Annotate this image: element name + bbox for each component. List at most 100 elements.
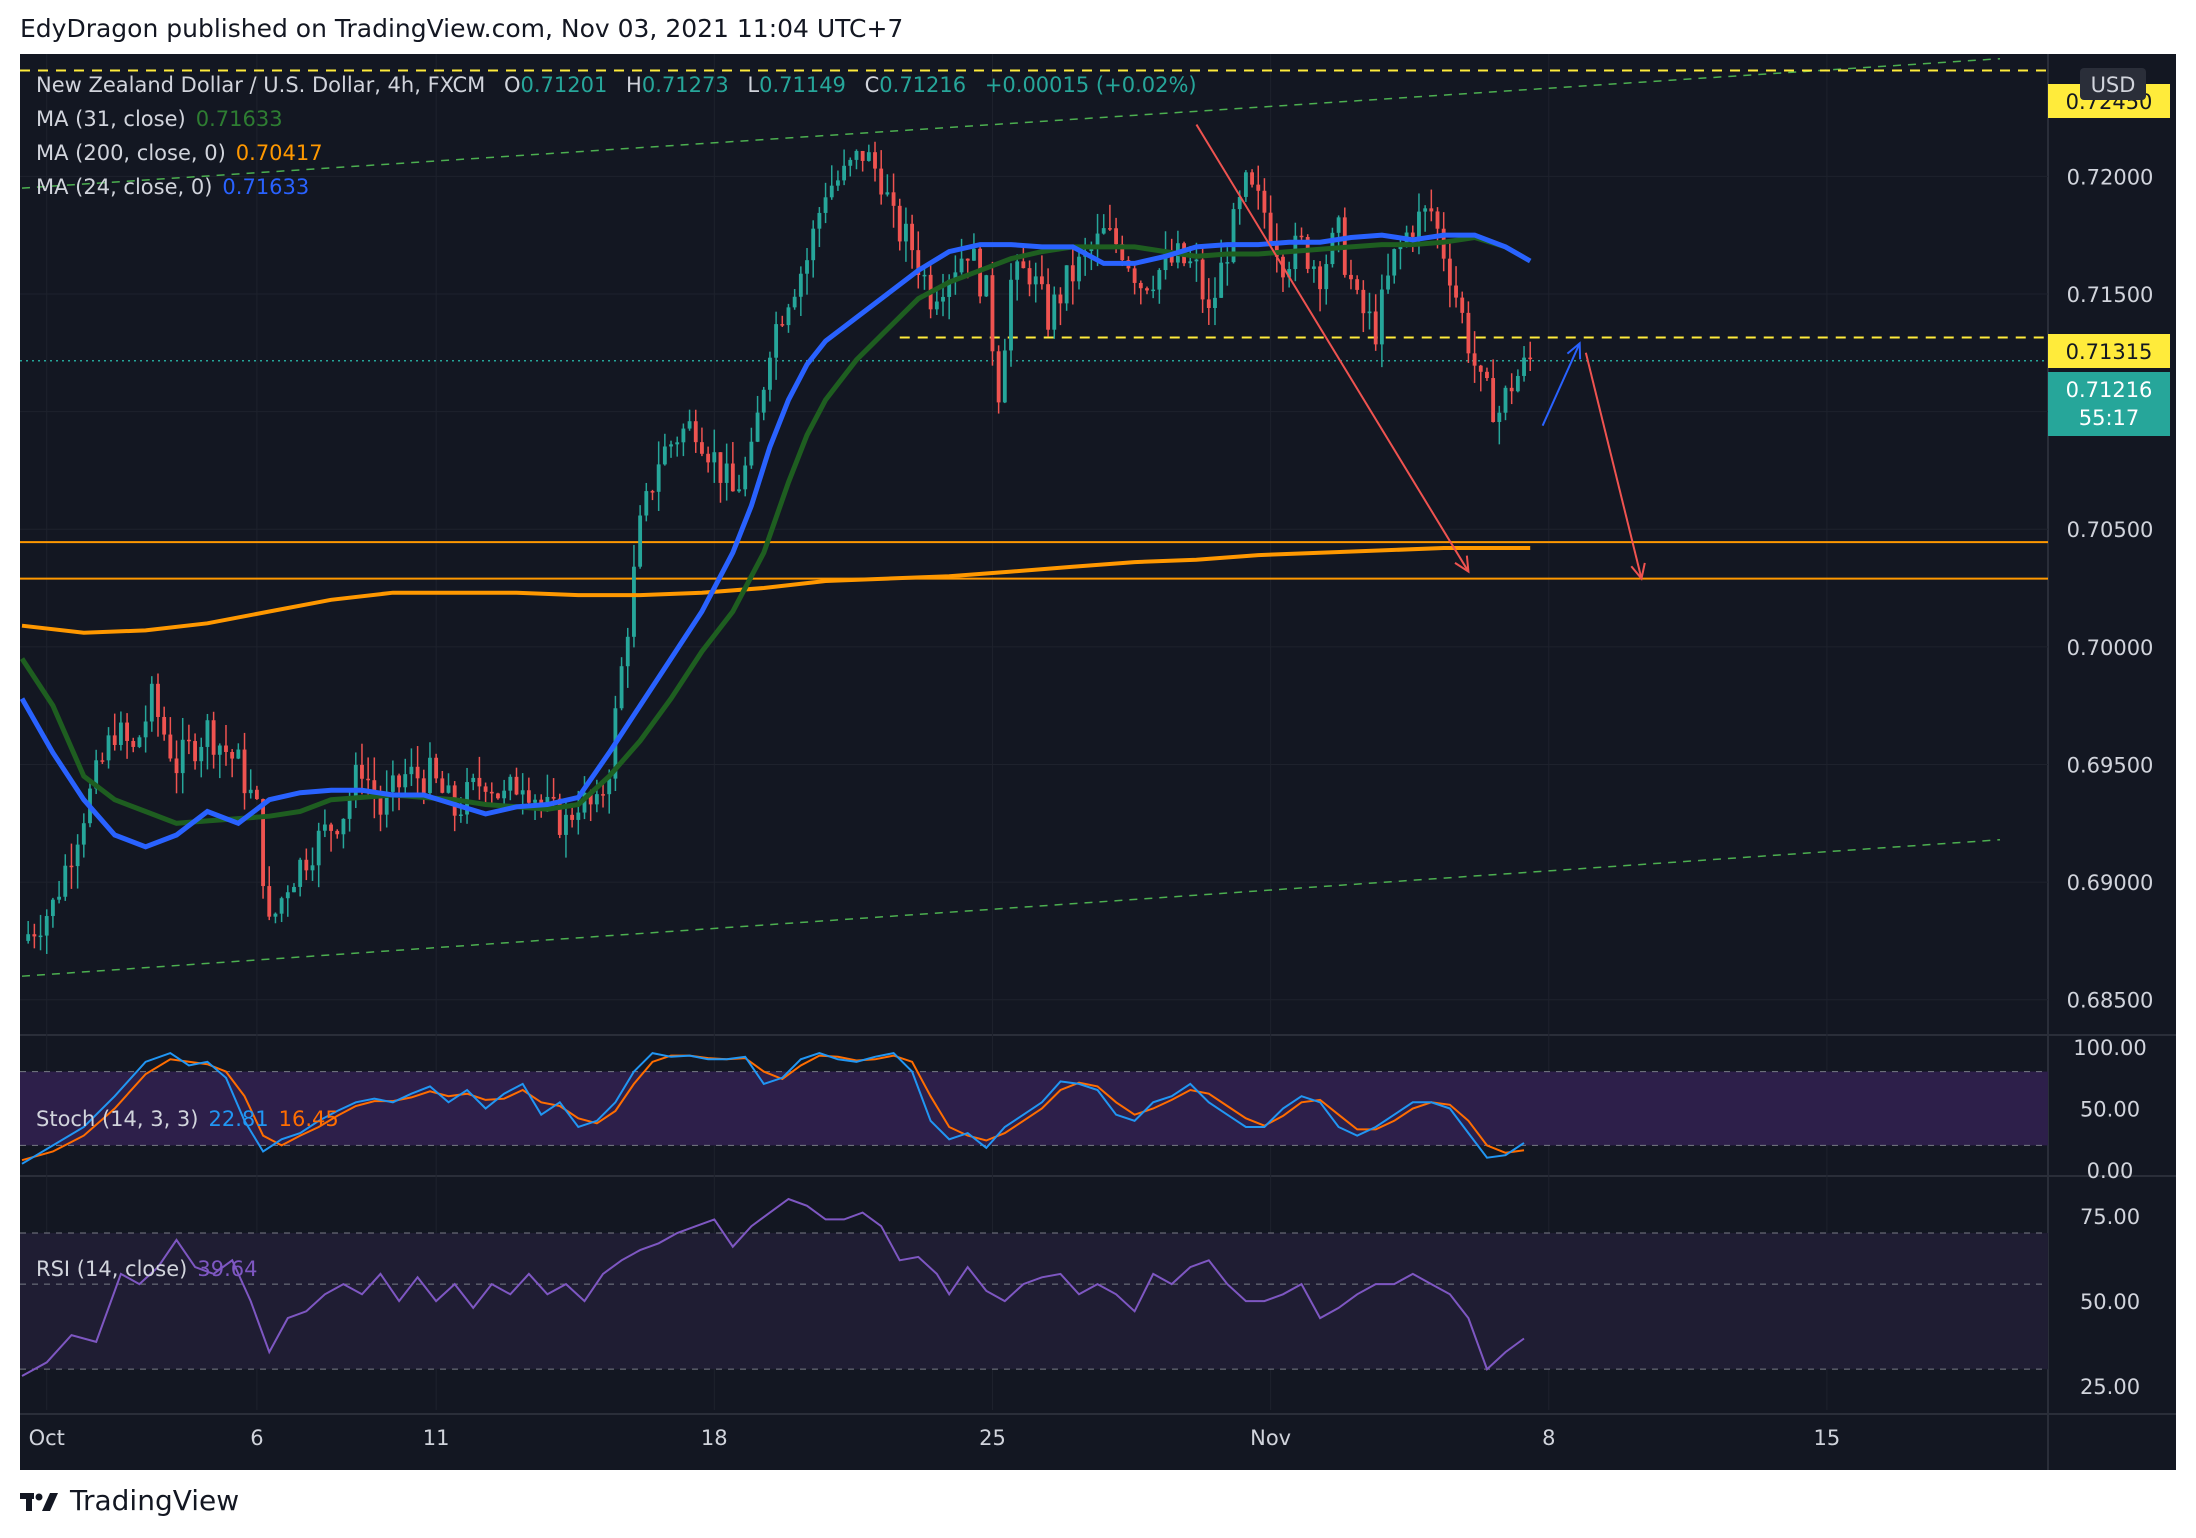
candle-body [768,357,772,390]
price-tick-label: 0.71500 [2067,283,2154,307]
currency-badge[interactable]: USD [2080,68,2146,100]
time-tick-label: Oct [29,1426,65,1450]
candle-body [180,739,185,774]
candle-body [724,463,729,483]
candle-body [594,794,599,805]
candle-body [403,774,408,788]
candle-body [873,152,877,169]
candle-body [650,491,655,493]
candle-body [749,441,754,466]
candle-body [261,799,265,887]
candle-body [619,666,624,709]
candle-body [254,789,259,800]
candle-body [298,859,303,887]
footer-brand: TradingView [70,1484,240,1517]
candle-body [1299,235,1304,238]
candle-body [1466,312,1471,354]
candle-body [421,778,426,794]
candle-body [1268,212,1273,243]
candle-body [1503,387,1508,413]
candle-body [1138,282,1143,289]
legend-stoch: Stoch (14, 3, 3) 22.81 16.45 [36,1107,339,1131]
candle-body [1021,261,1026,269]
tradingview-logo[interactable]: TradingView [20,1484,239,1517]
svg-text:0.71315: 0.71315 [2066,340,2153,364]
candle-body [1206,299,1211,309]
candle-body [1367,311,1372,314]
rsi-band-fill [20,1233,2048,1370]
candle-body [520,790,525,795]
candle-body [1188,261,1193,264]
candle-body [409,766,414,775]
candle-body [1497,412,1502,422]
candle-body [1256,184,1261,191]
candle-body [1379,289,1384,345]
candle-body [508,776,513,791]
candle-body [162,716,167,735]
rsi-tick-label: 50.00 [2080,1290,2140,1314]
candle-body [514,776,519,795]
candle-body [242,749,247,794]
legend-ma200: MA (200, close, 0) 0.70417 [36,141,323,165]
candle-body [798,273,803,297]
candle-body [434,757,439,779]
candle-body [743,465,748,490]
candle-body [922,274,927,277]
candle-body [1132,268,1137,283]
candle-body [1311,266,1316,269]
candle-body [700,442,704,454]
legend-ma24: MA (24, close, 0) 0.71633 [36,175,309,199]
candle-body [149,683,154,722]
candle-body [761,389,766,413]
publish-header: EdyDragon published on TradingView.com, … [0,0,2196,54]
candle-body [168,734,173,759]
candle-body [125,722,129,741]
price-tick-label: 0.70000 [2067,636,2154,660]
candle-body [1002,350,1007,403]
candle-body [131,740,136,747]
candle-body [335,830,340,835]
candle-body [1460,297,1465,313]
candle-body [1361,289,1366,314]
candle-body [329,824,333,831]
candle-body [737,489,741,492]
candle-body [353,764,358,799]
candle-body [669,444,673,447]
candle-body [69,865,74,868]
candle-body [205,720,210,747]
candle-body [1114,228,1118,245]
time-tick-label: 11 [423,1426,450,1450]
candle-body [366,778,371,781]
candle-body [1435,211,1440,229]
legend-rsi: RSI (14, close) 39.64 [36,1257,257,1281]
candle-body [1219,262,1224,298]
candle-body [1009,279,1013,351]
candle-body [632,566,636,637]
candle-body [1213,297,1217,309]
candle-body [879,168,884,195]
publish-info: EdyDragon published on TradingView.com, … [20,14,904,43]
candle-body [458,814,463,817]
time-tick-label: 25 [979,1426,1006,1450]
candle-body [638,515,643,567]
candle-body [44,916,49,936]
candle-body [186,739,191,742]
chart-area[interactable]: 0.685000.690000.695000.700000.705000.710… [20,54,2176,1470]
price-tick-label: 0.69000 [2067,871,2154,895]
candle-body [1015,261,1020,280]
candle-body [885,192,890,195]
candle-body [675,442,680,445]
candle-body [971,248,976,261]
candle-body [1039,276,1044,285]
candle-body [1485,371,1489,379]
candle-body [1250,172,1254,185]
price-tick-label: 0.68500 [2067,989,2154,1013]
candle-body [570,814,575,820]
candle-body [217,745,222,755]
candle-body [551,796,556,799]
candle-body [533,799,537,803]
footer: TradingView [0,1470,2196,1538]
stoch-tick-label: 50.00 [2080,1098,2140,1122]
candle-body [792,296,797,308]
rsi-tick-label: 25.00 [2080,1375,2140,1399]
